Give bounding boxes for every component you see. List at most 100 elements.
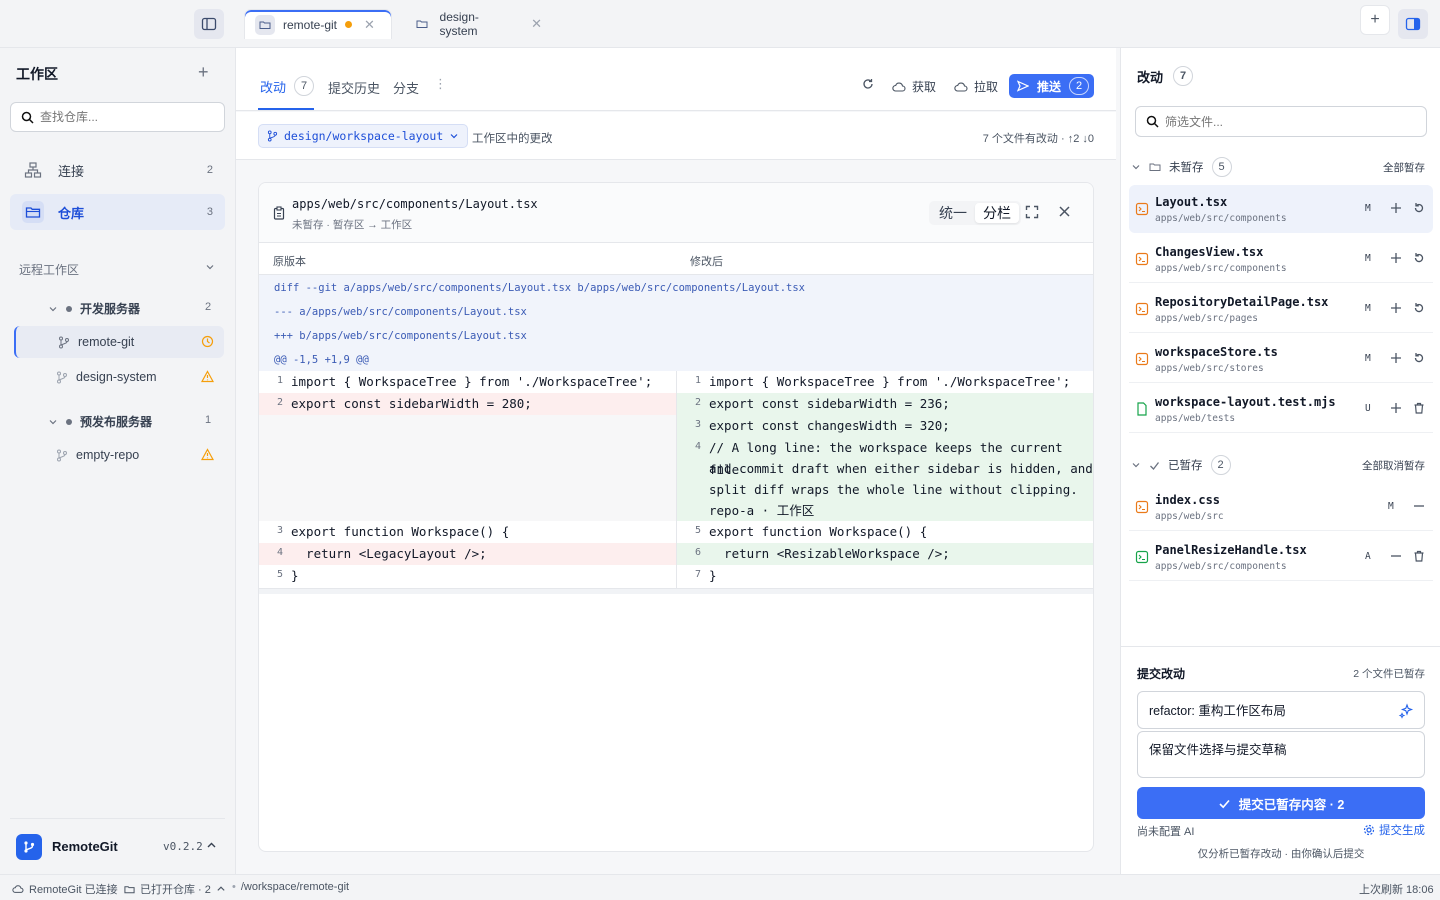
tab-remote-git[interactable]: remote-git ✕ bbox=[244, 9, 392, 39]
unstage-all-button[interactable]: 全部取消暂存 bbox=[1362, 458, 1425, 473]
refresh-status: 上次刷新 18:06 bbox=[1359, 881, 1434, 897]
changes-count-badge: 7 bbox=[1173, 66, 1194, 86]
remote-workspace-label: 远程工作区 bbox=[19, 263, 80, 277]
repo-search bbox=[10, 102, 225, 132]
stage-file-icon[interactable] bbox=[1388, 250, 1404, 266]
connection-status[interactable]: RemoteGit 已连接 bbox=[12, 881, 118, 897]
discard-changes-icon[interactable] bbox=[1411, 250, 1427, 266]
discard-changes-icon[interactable] bbox=[1411, 300, 1427, 316]
toggle-left-sidebar-button[interactable] bbox=[194, 9, 224, 39]
file-row[interactable]: ChangesView.tsx apps/web/src/components M bbox=[1129, 235, 1433, 283]
tab-branches[interactable]: 分支 bbox=[393, 78, 419, 97]
group-staging-server[interactable]: 预发布服务器 bbox=[48, 413, 152, 430]
branch-icon bbox=[57, 449, 67, 461]
sidebar-item-repositories[interactable]: 仓库 3 bbox=[10, 194, 225, 230]
push-button[interactable]: 推送 2 bbox=[1009, 74, 1094, 98]
current-path: /workspace/remote-git bbox=[240, 881, 350, 893]
nav-label: 仓库 bbox=[58, 205, 85, 221]
file-status: A bbox=[1365, 551, 1371, 562]
app-logo bbox=[16, 833, 42, 860]
diff-line-added: 3 export const changesWidth = 320; bbox=[677, 415, 1093, 437]
repo-item-empty-repo[interactable]: empty-repo bbox=[14, 439, 224, 471]
close-tab-icon[interactable]: ✕ bbox=[531, 16, 542, 32]
unstaged-group-header[interactable]: 未暂存 5 全部暂存 bbox=[1131, 157, 1431, 177]
commit-summary-input[interactable]: refactor: 重构工作区布局 bbox=[1137, 691, 1425, 729]
delete-file-icon[interactable] bbox=[1411, 400, 1427, 416]
branch-icon bbox=[267, 130, 278, 142]
tab-design-system[interactable]: design-system ✕ bbox=[402, 9, 552, 39]
view-split-button[interactable]: 分栏 bbox=[975, 203, 1019, 223]
repo-search-input[interactable] bbox=[40, 110, 210, 124]
generate-commit-button[interactable]: 提交生成 bbox=[1363, 822, 1425, 838]
commit-staged-button[interactable]: 提交已暂存内容 · 2 bbox=[1137, 787, 1425, 819]
sidebar-right-icon bbox=[1405, 17, 1421, 31]
file-name: workspaceStore.ts bbox=[1155, 345, 1278, 359]
nav-count: 2 bbox=[206, 164, 213, 176]
tab-history[interactable]: 提交历史 bbox=[328, 78, 380, 97]
path-status: • /workspace/remote-git bbox=[232, 881, 349, 893]
sidebar-item-connections[interactable]: 连接 2 bbox=[10, 152, 225, 188]
stage-file-icon[interactable] bbox=[1388, 400, 1404, 416]
stage-file-icon[interactable] bbox=[1388, 350, 1404, 366]
repo-label: remote-git bbox=[78, 335, 135, 349]
file-path: apps/web/src bbox=[1155, 511, 1224, 522]
file-row[interactable]: RepositoryDetailPage.tsx apps/web/src/pag… bbox=[1129, 285, 1433, 333]
more-icon[interactable]: ⋮ bbox=[434, 76, 447, 92]
file-row[interactable]: workspaceStore.ts apps/web/src/stores M bbox=[1129, 335, 1433, 383]
commit-description-input[interactable]: 保留文件选择与提交草稿 bbox=[1137, 731, 1425, 778]
diff-line-removed: 4 return <LegacyLayout />; bbox=[259, 543, 676, 565]
check-icon bbox=[1219, 799, 1230, 808]
diff-meta: diff --git a/apps/web/src/components/Lay… bbox=[259, 275, 1093, 371]
file-path: apps/web/src/pages bbox=[1155, 313, 1258, 324]
delete-file-icon[interactable] bbox=[1411, 548, 1427, 564]
refresh-button[interactable] bbox=[862, 78, 874, 90]
file-filter-input[interactable] bbox=[1165, 114, 1405, 129]
add-workspace-button[interactable]: + bbox=[198, 62, 209, 83]
diff-meta-line: +++ b/apps/web/src/components/Layout.tsx bbox=[274, 330, 527, 342]
staged-group-header[interactable]: 已暂存 2 全部取消暂存 bbox=[1131, 455, 1431, 475]
app-version: v0.2.2 bbox=[163, 840, 203, 853]
server-dot bbox=[66, 305, 72, 312]
diff-pane-modified: 1 import { WorkspaceTree } from './Works… bbox=[676, 371, 1093, 594]
open-repos-status[interactable]: 已打开仓库 · 2 bbox=[124, 881, 226, 897]
close-icon[interactable] bbox=[1058, 205, 1071, 221]
branch-icon bbox=[57, 371, 67, 383]
file-row[interactable]: workspace-layout.test.mjs apps/web/tests U bbox=[1129, 385, 1433, 433]
tab-label: 改动 bbox=[260, 79, 287, 95]
changes-panel: 改动 7 未暂存 5 全部暂存 Layout.tsx apps/web/src/c… bbox=[1120, 48, 1440, 874]
toggle-right-sidebar-button[interactable] bbox=[1398, 9, 1428, 39]
file-row[interactable]: Layout.tsx apps/web/src/components M bbox=[1129, 185, 1433, 233]
chevron-up-icon[interactable] bbox=[206, 840, 217, 854]
expand-icon[interactable] bbox=[1025, 205, 1039, 222]
stage-file-icon[interactable] bbox=[1388, 200, 1404, 216]
sparkles-icon[interactable] bbox=[1398, 703, 1414, 719]
file-type-icon bbox=[1135, 550, 1149, 564]
chevron-down-icon[interactable] bbox=[205, 261, 215, 275]
repo-item-design-system[interactable]: design-system bbox=[14, 361, 224, 393]
file-name: index.css bbox=[1155, 493, 1221, 507]
stage-all-button[interactable]: 全部暂存 bbox=[1383, 160, 1425, 175]
unstage-file-icon[interactable] bbox=[1411, 498, 1427, 514]
branch-selector[interactable]: design/workspace-layout bbox=[258, 124, 469, 148]
discard-changes-icon[interactable] bbox=[1411, 200, 1427, 216]
refresh-icon bbox=[863, 79, 873, 89]
chevron-down-icon bbox=[1132, 463, 1140, 468]
file-name: workspace-layout.test.mjs bbox=[1155, 395, 1336, 409]
group-dev-server[interactable]: 开发服务器 bbox=[48, 300, 140, 317]
file-row[interactable]: PanelResizeHandle.tsx apps/web/src/compon… bbox=[1129, 533, 1433, 581]
folder-icon bbox=[1149, 163, 1161, 171]
modified-dot bbox=[345, 21, 353, 28]
tab-changes[interactable]: 改动 7 bbox=[260, 76, 315, 96]
discard-changes-icon[interactable] bbox=[1411, 350, 1427, 366]
fetch-button[interactable]: 获取 bbox=[892, 78, 936, 95]
pull-button[interactable]: 拉取 bbox=[954, 78, 998, 95]
view-unified-button[interactable]: 统一 bbox=[931, 203, 975, 223]
repo-item-remote-git[interactable]: remote-git bbox=[14, 326, 224, 358]
close-tab-icon[interactable]: ✕ bbox=[364, 17, 375, 33]
repo-label: design-system bbox=[76, 370, 157, 384]
new-tab-button[interactable]: + bbox=[1360, 5, 1390, 35]
stage-file-icon[interactable] bbox=[1388, 300, 1404, 316]
file-row[interactable]: index.css apps/web/src M bbox=[1129, 483, 1433, 531]
unstage-file-icon[interactable] bbox=[1388, 548, 1404, 564]
main-content: 改动 7 提交历史 分支 ⋮ 获取 拉取 推送 2 design/workspa… bbox=[236, 48, 1116, 874]
